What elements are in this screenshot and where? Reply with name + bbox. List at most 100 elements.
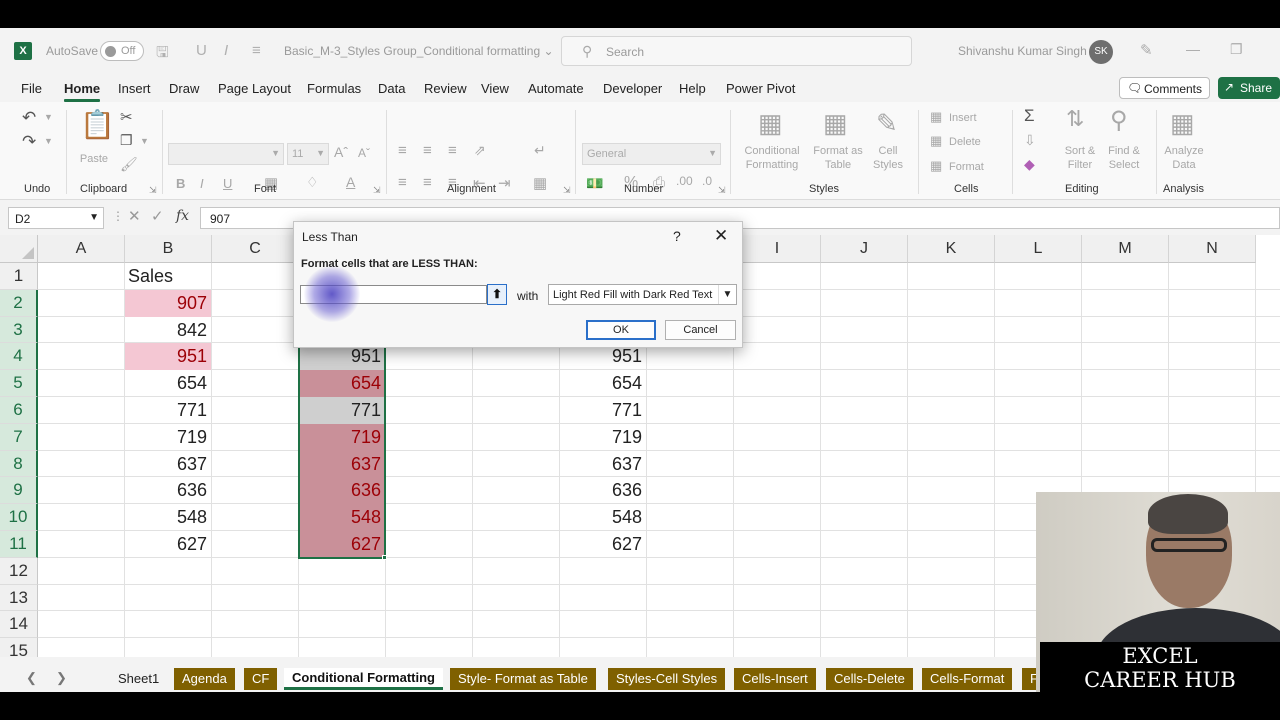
fill-icon[interactable]: ⇩ <box>1024 132 1036 149</box>
cell-g11[interactable]: 627 <box>560 531 646 558</box>
row-header-11[interactable]: 11 <box>0 531 38 558</box>
tab-data[interactable]: Data <box>378 81 405 96</box>
font-name-select[interactable]: ▼ <box>168 143 284 165</box>
restore-icon[interactable]: ❐ <box>1230 41 1243 58</box>
tab-page-layout[interactable]: Page Layout <box>218 81 291 96</box>
column-header-l[interactable]: L <box>995 235 1082 263</box>
tab-power-pivot[interactable]: Power Pivot <box>726 81 795 96</box>
find-select-button[interactable]: Find & Select <box>1102 144 1146 172</box>
sort-filter-icon[interactable]: ⇅ <box>1066 106 1084 132</box>
cell-b8[interactable]: 637 <box>125 451 211 478</box>
merge-center-icon[interactable]: ▦ <box>533 174 547 192</box>
more-icon[interactable]: ⋮ <box>112 209 124 223</box>
tab-insert[interactable]: Insert <box>118 81 151 96</box>
analyze-data-button[interactable]: Analyze Data <box>1160 144 1208 172</box>
row-header-6[interactable]: 6 <box>0 397 38 424</box>
number-launcher-icon[interactable]: ⇲ <box>718 185 726 196</box>
sheet-tab-cells-delete[interactable]: Cells-Delete <box>826 668 913 690</box>
font-color-icon[interactable]: A <box>346 174 355 190</box>
conditional-formatting-button[interactable]: Conditional Formatting <box>736 144 808 172</box>
underline-icon[interactable]: U <box>223 176 232 191</box>
sheet-tab-styles-cell-styles[interactable]: Styles-Cell Styles <box>608 668 726 690</box>
row-header-5[interactable]: 5 <box>0 370 38 397</box>
insert-function-icon[interactable]: fx <box>176 208 189 224</box>
format-painter-icon[interactable]: 🖌 <box>120 156 138 173</box>
tab-home[interactable]: Home <box>64 81 100 96</box>
row-header-14[interactable]: 14 <box>0 611 38 639</box>
row-header-9[interactable]: 9 <box>0 477 38 505</box>
cell-b5[interactable]: 654 <box>125 370 211 397</box>
bold-icon[interactable]: B <box>176 176 185 191</box>
search-box[interactable]: ⚲ Search <box>561 36 912 66</box>
increase-font-icon[interactable]: Aˆ <box>334 144 348 160</box>
redo-dropdown-icon[interactable]: ▼ <box>44 136 53 146</box>
clipboard-launcher-icon[interactable]: ⇲ <box>149 185 157 196</box>
name-box[interactable]: D2 ▼ <box>8 207 104 229</box>
column-header-n[interactable]: N <box>1169 235 1256 263</box>
tab-file[interactable]: File <box>21 81 42 96</box>
pen-icon[interactable]: ✎ <box>1140 41 1153 59</box>
tab-formulas[interactable]: Formulas <box>307 81 361 96</box>
sheet-tab-cells-insert[interactable]: Cells-Insert <box>734 668 816 690</box>
tab-help[interactable]: Help <box>679 81 706 96</box>
format-cells-button[interactable]: Format <box>949 160 999 174</box>
tab-automate[interactable]: Automate <box>528 81 584 96</box>
format-style-select[interactable]: Light Red Fill with Dark Red Text ▼ <box>548 284 737 305</box>
sheet-tab-cf[interactable]: CF <box>244 668 278 690</box>
cell-b7[interactable]: 719 <box>125 424 211 451</box>
wrap-text-icon[interactable]: ↵ <box>534 142 546 159</box>
tab-developer[interactable]: Developer <box>603 81 662 96</box>
autosum-icon[interactable]: Σ <box>1024 106 1035 126</box>
row-header-8[interactable]: 8 <box>0 450 38 478</box>
column-header-b[interactable]: B <box>125 235 212 263</box>
customize-qat-icon[interactable]: ≡ <box>252 42 261 59</box>
cell-b11[interactable]: 627 <box>125 531 211 558</box>
cell-b6[interactable]: 771 <box>125 397 211 424</box>
minimize-icon[interactable]: — <box>1186 41 1200 57</box>
share-button[interactable]: ↗ Share <box>1218 77 1280 99</box>
conditional-formatting-icon[interactable]: ▦ <box>758 108 783 139</box>
close-icon[interactable]: ✕ <box>714 226 728 246</box>
sheet-tab-agenda[interactable]: Agenda <box>174 668 235 690</box>
cell-b4[interactable]: 951 <box>125 343 211 371</box>
tab-draw[interactable]: Draw <box>169 81 199 96</box>
document-title[interactable]: Basic_M-3_Styles Group_Conditional forma… <box>284 44 554 58</box>
tab-review[interactable]: Review <box>424 81 467 96</box>
analyze-data-icon[interactable]: ▦ <box>1170 108 1195 139</box>
decrease-decimal-icon[interactable]: .0 <box>702 174 712 188</box>
accounting-format-icon[interactable]: 💵 <box>586 175 603 192</box>
row-header-1[interactable]: 1 <box>0 263 38 290</box>
column-header-i[interactable]: I <box>734 235 821 263</box>
delete-cells-icon[interactable]: ▦ <box>930 133 942 149</box>
insert-cells-button[interactable]: Insert <box>949 111 999 125</box>
row-header-15[interactable]: 15 <box>0 638 38 657</box>
font-launcher-icon[interactable]: ⇲ <box>373 185 381 196</box>
align-bottom-icon[interactable]: ≡ <box>448 142 457 159</box>
collapse-dialog-icon[interactable]: ⬆ <box>487 284 507 305</box>
row-header-4[interactable]: 4 <box>0 343 38 371</box>
cell-b1-header[interactable]: Sales <box>125 263 211 290</box>
row-header-7[interactable]: 7 <box>0 423 38 451</box>
next-sheet-icon[interactable]: ❯ <box>56 670 67 686</box>
orientation-icon[interactable]: ⇗ <box>474 142 486 159</box>
save-icon[interactable]: 🖫 <box>156 42 169 67</box>
help-icon[interactable]: ? <box>673 228 681 244</box>
increase-decimal-icon[interactable]: .00 <box>676 174 693 188</box>
format-as-table-icon[interactable]: ▦ <box>823 108 848 139</box>
cut-icon[interactable]: ✂ <box>120 108 133 126</box>
format-as-table-button[interactable]: Format as Table <box>810 144 866 172</box>
copy-dropdown-icon[interactable]: ▼ <box>140 136 149 146</box>
cell-g8[interactable]: 637 <box>560 451 646 478</box>
font-size-select[interactable]: 11 ▼ <box>287 143 329 165</box>
cell-g9[interactable]: 636 <box>560 477 646 504</box>
row-header-2[interactable]: 2 <box>0 289 38 317</box>
column-header-k[interactable]: K <box>908 235 995 263</box>
confirm-entry-icon[interactable]: ✓ <box>151 207 164 225</box>
paste-icon[interactable]: 📋 <box>80 108 115 141</box>
cell-g5[interactable]: 654 <box>560 370 646 397</box>
cell-styles-button[interactable]: Cell Styles <box>866 144 910 172</box>
sort-filter-button[interactable]: Sort & Filter <box>1058 144 1102 172</box>
sheet-tab-cells-format[interactable]: Cells-Format <box>922 668 1013 690</box>
column-header-c[interactable]: C <box>212 235 299 263</box>
decrease-font-icon[interactable]: Aˇ <box>358 146 370 160</box>
